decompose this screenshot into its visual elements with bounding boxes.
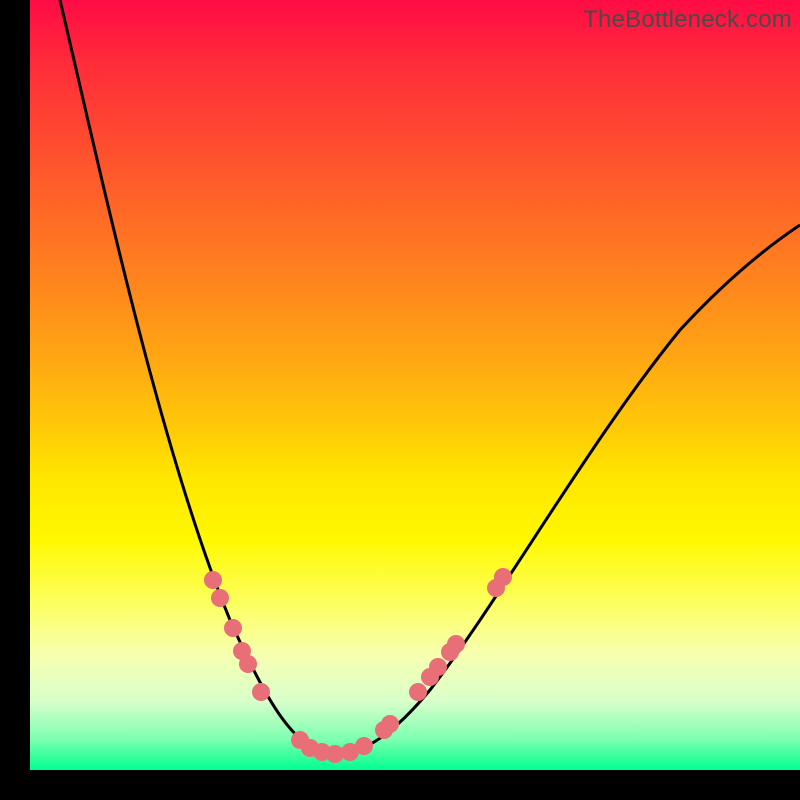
- data-marker: [429, 658, 447, 676]
- data-marker: [381, 715, 399, 733]
- chart-svg: [30, 0, 800, 770]
- data-marker: [252, 683, 270, 701]
- data-marker: [204, 571, 222, 589]
- data-marker: [355, 737, 373, 755]
- marker-group: [204, 568, 512, 763]
- bottleneck-curve: [60, 0, 800, 753]
- data-marker: [224, 619, 242, 637]
- data-marker: [447, 635, 465, 653]
- data-marker: [239, 655, 257, 673]
- data-marker: [211, 589, 229, 607]
- plot-area: TheBottleneck.com: [30, 0, 800, 770]
- data-marker: [409, 683, 427, 701]
- chart-frame: TheBottleneck.com: [30, 0, 800, 770]
- data-marker: [494, 568, 512, 586]
